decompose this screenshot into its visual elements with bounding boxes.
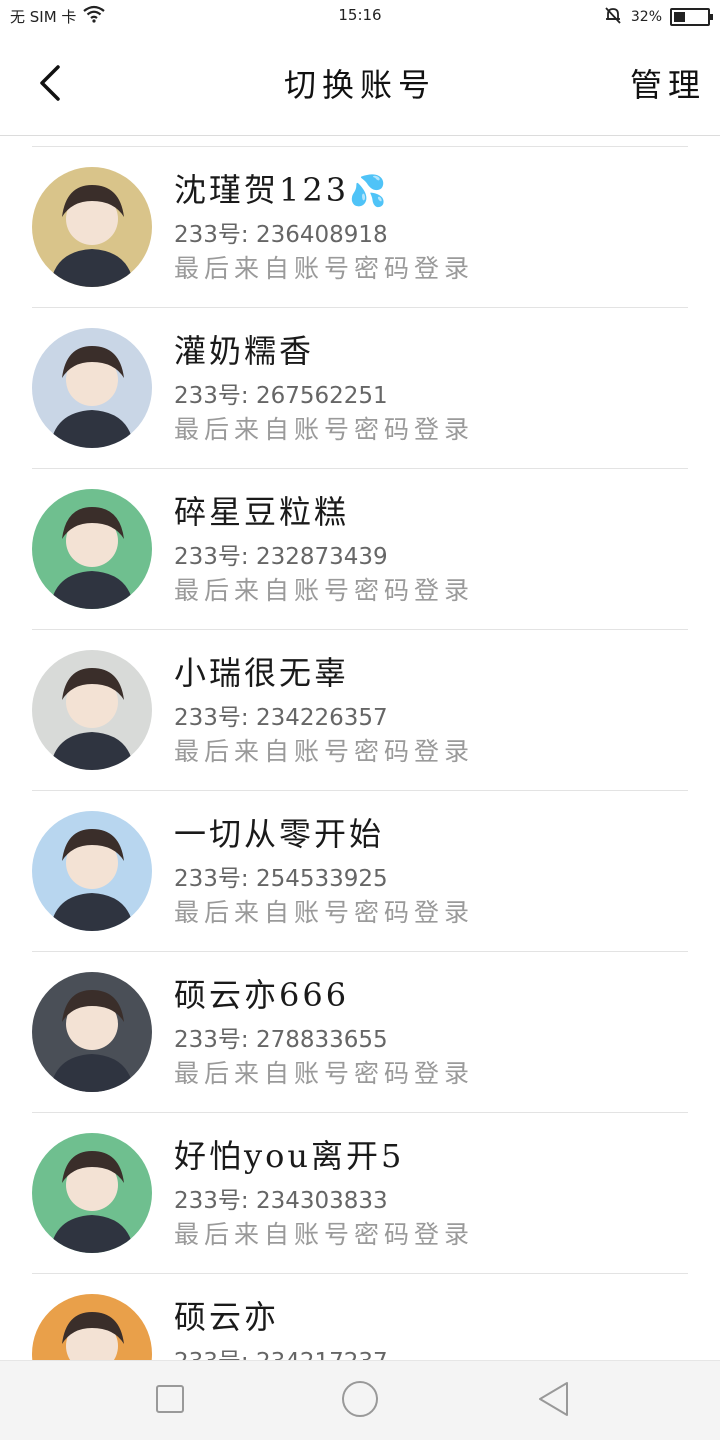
avatar bbox=[32, 811, 152, 931]
account-item[interactable]: 碎星豆粒糕 233号: 232873439 最后来自账号密码登录 bbox=[32, 469, 688, 630]
avatar bbox=[32, 328, 152, 448]
account-name-text: 小瑞很无辜 bbox=[174, 654, 350, 692]
sweat-droplets-icon: 💦 bbox=[349, 174, 387, 209]
avatar bbox=[32, 1133, 152, 1253]
circle-icon bbox=[341, 1380, 379, 1422]
account-item[interactable]: 好怕you离开5 233号: 234303833 最后来自账号密码登录 bbox=[32, 1113, 688, 1274]
account-login-status: 最后来自账号密码登录 bbox=[174, 576, 475, 605]
account-name-text: 灌奶糯香 bbox=[174, 332, 315, 370]
avatar bbox=[32, 167, 152, 287]
account-name: 灌奶糯香 bbox=[174, 326, 314, 372]
account-name-text: 一切从零开始 bbox=[174, 815, 385, 853]
account-login-status: 最后来自账号密码登录 bbox=[174, 254, 475, 283]
account-name: 硕云亦666 bbox=[174, 970, 349, 1016]
square-icon bbox=[155, 1384, 185, 1418]
bell-mute-icon bbox=[603, 5, 623, 29]
account-item[interactable]: 灌奶糯香 233号: 267562251 最后来自账号密码登录 bbox=[32, 308, 688, 469]
account-login-status: 最后来自账号密码登录 bbox=[174, 737, 475, 766]
account-name: 小瑞很无辜 bbox=[174, 648, 349, 694]
avatar bbox=[32, 972, 152, 1092]
page-title: 切换账号 bbox=[283, 66, 436, 104]
account-name-text: 硕云亦666 bbox=[174, 976, 350, 1014]
account-name-text: 碎星豆粒糕 bbox=[174, 493, 350, 531]
account-id: 233号: 234303833 bbox=[174, 1188, 388, 1214]
account-login-status: 最后来自账号密码登录 bbox=[174, 898, 475, 927]
system-nav-bar bbox=[0, 1360, 720, 1440]
account-name: 好怕you离开5 bbox=[174, 1131, 404, 1177]
manage-button[interactable]: 管理 bbox=[630, 60, 706, 106]
home-button[interactable] bbox=[340, 1381, 380, 1421]
account-id: 233号: 232873439 bbox=[174, 544, 388, 570]
avatar bbox=[32, 650, 152, 770]
account-item[interactable]: 硕云亦233号: 234217237最后来自账号密码登录 bbox=[32, 1274, 688, 1360]
avatar bbox=[32, 489, 152, 609]
account-id: 233号: 236408918 bbox=[174, 222, 388, 248]
battery-percent: 32% bbox=[630, 9, 662, 25]
account-id: 233号: 278833655 bbox=[174, 1027, 388, 1053]
account-login-status: 最后来自账号密码登录 bbox=[174, 1220, 475, 1249]
system-back-button[interactable] bbox=[534, 1381, 574, 1421]
account-name-text: 好怕you离开5 bbox=[174, 1137, 405, 1175]
account-item[interactable]: 小瑞很无辜 233号: 234226357 最后来自账号密码登录 bbox=[32, 630, 688, 791]
header: 切换账号 管理 bbox=[0, 34, 720, 136]
account-login-status: 最后来自账号密码登录 bbox=[174, 415, 475, 444]
triangle-back-icon bbox=[537, 1381, 571, 1421]
account-name: 沈瑾贺123💦 bbox=[174, 165, 386, 211]
account-name-text: 沈瑾贺123 bbox=[174, 171, 350, 209]
recent-apps-button[interactable] bbox=[150, 1381, 190, 1421]
account-item[interactable]: 硕云亦666 233号: 278833655 最后来自账号密码登录 bbox=[32, 952, 688, 1113]
account-login-status: 最后来自账号密码登录 bbox=[174, 1059, 475, 1088]
account-name: 一切从零开始 bbox=[174, 809, 384, 855]
account-name-text: 硕云亦 bbox=[174, 1298, 280, 1336]
account-id: 233号: 254533925 bbox=[174, 866, 388, 892]
account-id: 233号: 267562251 bbox=[174, 383, 388, 409]
account-id: 233号: 234226357 bbox=[174, 705, 388, 731]
account-id: 233号: 234217237 bbox=[174, 1342, 388, 1360]
status-right: 32% bbox=[603, 5, 713, 29]
account-list: 沈瑾贺123💦 233号: 236408918 最后来自账号密码登录 灌奶糯香 233号… bbox=[0, 146, 720, 1360]
status-bar: 无 SIM 卡 15:16 32% bbox=[0, 0, 720, 34]
account-item[interactable]: 一切从零开始 233号: 254533925 最后来自账号密码登录 bbox=[32, 791, 688, 952]
avatar bbox=[32, 1294, 152, 1360]
battery-icon bbox=[670, 8, 713, 26]
account-name: 碎星豆粒糕 bbox=[174, 487, 349, 533]
account-name: 硕云亦 bbox=[174, 1292, 279, 1338]
battery-fill bbox=[674, 12, 685, 22]
account-item[interactable]: 沈瑾贺123💦 233号: 236408918 最后来自账号密码登录 bbox=[32, 147, 688, 308]
